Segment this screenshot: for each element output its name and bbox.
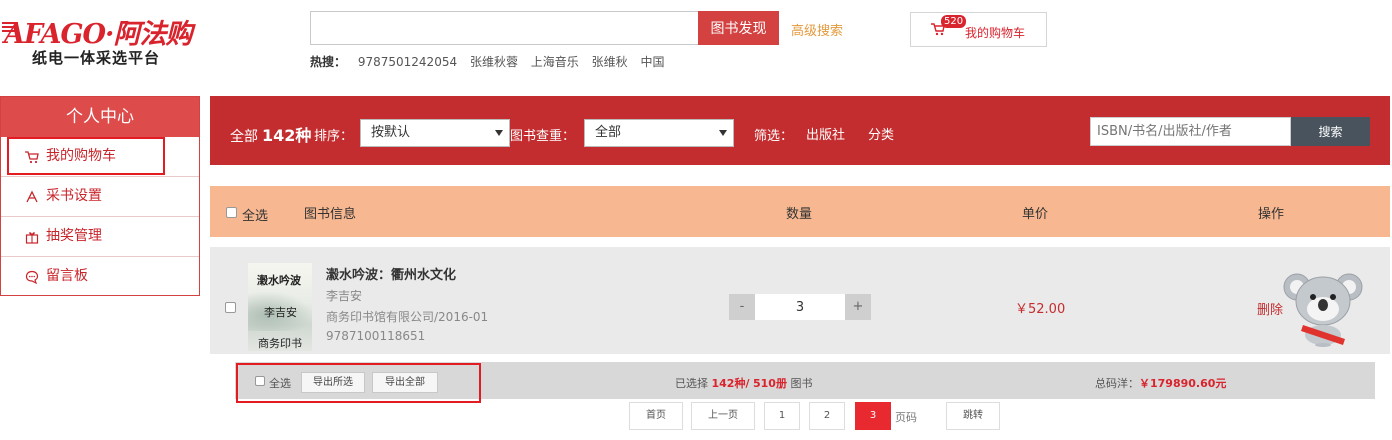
quantity-increase-button[interactable]: + [845, 294, 871, 320]
page-button-1[interactable]: 1 [764, 402, 800, 430]
chevron-down-icon [495, 130, 503, 136]
logo-text: AFAGO·阿法购 [4, 19, 192, 50]
sidebar: 个人中心 我的购物车 采书设置 抽奖管理 留言板 [0, 96, 200, 296]
sidebar-item-label: 抽奖管理 [46, 228, 102, 244]
column-book-info: 图书信息 [304, 207, 357, 222]
hot-search-item[interactable]: 9787501242054 [358, 55, 457, 69]
total-value: ￥179890.60元 [1139, 377, 1227, 390]
isbn-search-button[interactable]: 搜索 [1291, 117, 1370, 146]
hot-search-label: 热搜： [310, 55, 347, 69]
sort-select[interactable]: 按默认 [360, 119, 510, 147]
sidebar-item-label: 采书设置 [46, 188, 102, 204]
highlight-box-cart [7, 137, 165, 175]
page-button-2[interactable]: 2 [809, 402, 845, 430]
page-number-label: 页码 [895, 411, 917, 424]
quantity-decrease-button[interactable]: - [729, 294, 755, 320]
total-count: 全部 142种 [230, 122, 311, 146]
filter-category[interactable]: 分类 [868, 124, 894, 143]
sidebar-item-message-board[interactable]: 留言板 [1, 257, 199, 297]
message-icon [25, 270, 39, 284]
search-input[interactable] [310, 11, 698, 45]
hot-search-item[interactable]: 中国 [640, 55, 664, 69]
total-price: 总码洋：￥179890.60元 [1095, 375, 1226, 391]
highlight-box-export [236, 363, 481, 403]
duplicate-check-label: 图书查重： [510, 129, 576, 144]
sort-select-value: 按默认 [371, 125, 411, 140]
row-checkbox[interactable] [225, 302, 236, 313]
hot-search-item[interactable]: 张维秋蓉 [470, 55, 518, 69]
logo-subtitle: 纸电一体采选平台 [32, 49, 161, 67]
gift-icon [25, 232, 39, 244]
settings-icon [26, 190, 38, 203]
cart-label: 我的购物车 [965, 26, 1026, 40]
duplicate-check-value: 全部 [595, 125, 622, 140]
select-all-checkbox[interactable] [226, 207, 237, 218]
total-label: 总码洋： [1095, 377, 1139, 390]
isbn-search-input[interactable] [1090, 117, 1291, 146]
sidebar-item-label: 留言板 [46, 268, 88, 284]
cart-count-badge: 520 [941, 15, 967, 28]
sidebar-title: 个人中心 [1, 97, 199, 137]
cart-button[interactable]: 520 我的购物车 [910, 12, 1047, 47]
total-prefix: 全部 [230, 129, 258, 145]
book-author: 李吉安 [326, 289, 363, 303]
column-quantity: 数量 [786, 207, 813, 222]
book-publisher-date: 商务印书馆有限公司/2016-01 [326, 310, 489, 324]
chevron-down-icon [719, 130, 727, 136]
book-title[interactable]: 瀫水吟波：衢州水文化 [326, 264, 456, 283]
koala-mascot-icon[interactable] [1283, 263, 1365, 347]
select-all-label: 全选 [242, 209, 269, 224]
cover-author: 李吉安 [264, 306, 297, 319]
selected-suffix: 图书 [790, 377, 813, 390]
site-logo[interactable]: AFAGO·阿法购 纸电一体采选平台 [0, 8, 220, 68]
table-header: 全选 图书信息 数量 单价 操作 [210, 186, 1390, 237]
hot-search-item[interactable]: 张维秋 [592, 55, 628, 69]
book-discover-button[interactable]: 图书发现 [698, 11, 779, 45]
selected-kinds: 142种/ [711, 377, 750, 390]
jump-page-button[interactable]: 跳转 [946, 402, 1000, 430]
column-unit-price: 单价 [1022, 207, 1049, 222]
hot-search-item[interactable]: 上海音乐 [531, 55, 579, 69]
quantity-input[interactable] [755, 294, 845, 320]
unit-price: ￥52.00 [1015, 302, 1066, 317]
cover-publisher: 商务印书 [258, 337, 302, 350]
hot-search: 热搜： 9787501242054 张维秋蓉 上海音乐 张维秋 中国 [310, 53, 673, 70]
column-actions: 操作 [1258, 207, 1285, 222]
total-count-value: 142种 [262, 126, 312, 145]
sidebar-item-lottery[interactable]: 抽奖管理 [1, 217, 199, 257]
selection-summary: 已选择 142种/ 510册 图书 [675, 375, 812, 391]
prev-page-button[interactable]: 上一页 [691, 402, 755, 430]
book-isbn: 9787100118651 [326, 329, 426, 343]
filter-label: 筛选： [754, 129, 794, 144]
cover-title: 濲水吟波 [257, 274, 301, 287]
first-page-button[interactable]: 首页 [629, 402, 683, 430]
selected-copies: 510册 [752, 377, 787, 390]
sidebar-item-purchase-settings[interactable]: 采书设置 [1, 177, 199, 217]
advanced-search-link[interactable]: 高级搜索 [791, 20, 843, 39]
sort-label: 排序： [314, 129, 354, 144]
filter-publisher[interactable]: 出版社 [806, 124, 845, 143]
book-cover[interactable]: 濲水吟波 李吉安 商务印书 [248, 263, 312, 351]
duplicate-check-select[interactable]: 全部 [584, 119, 734, 147]
delete-link[interactable]: 删除 [1257, 299, 1283, 318]
selected-prefix: 已选择 [675, 377, 708, 390]
page-button-3-current[interactable]: 3 [855, 402, 891, 430]
